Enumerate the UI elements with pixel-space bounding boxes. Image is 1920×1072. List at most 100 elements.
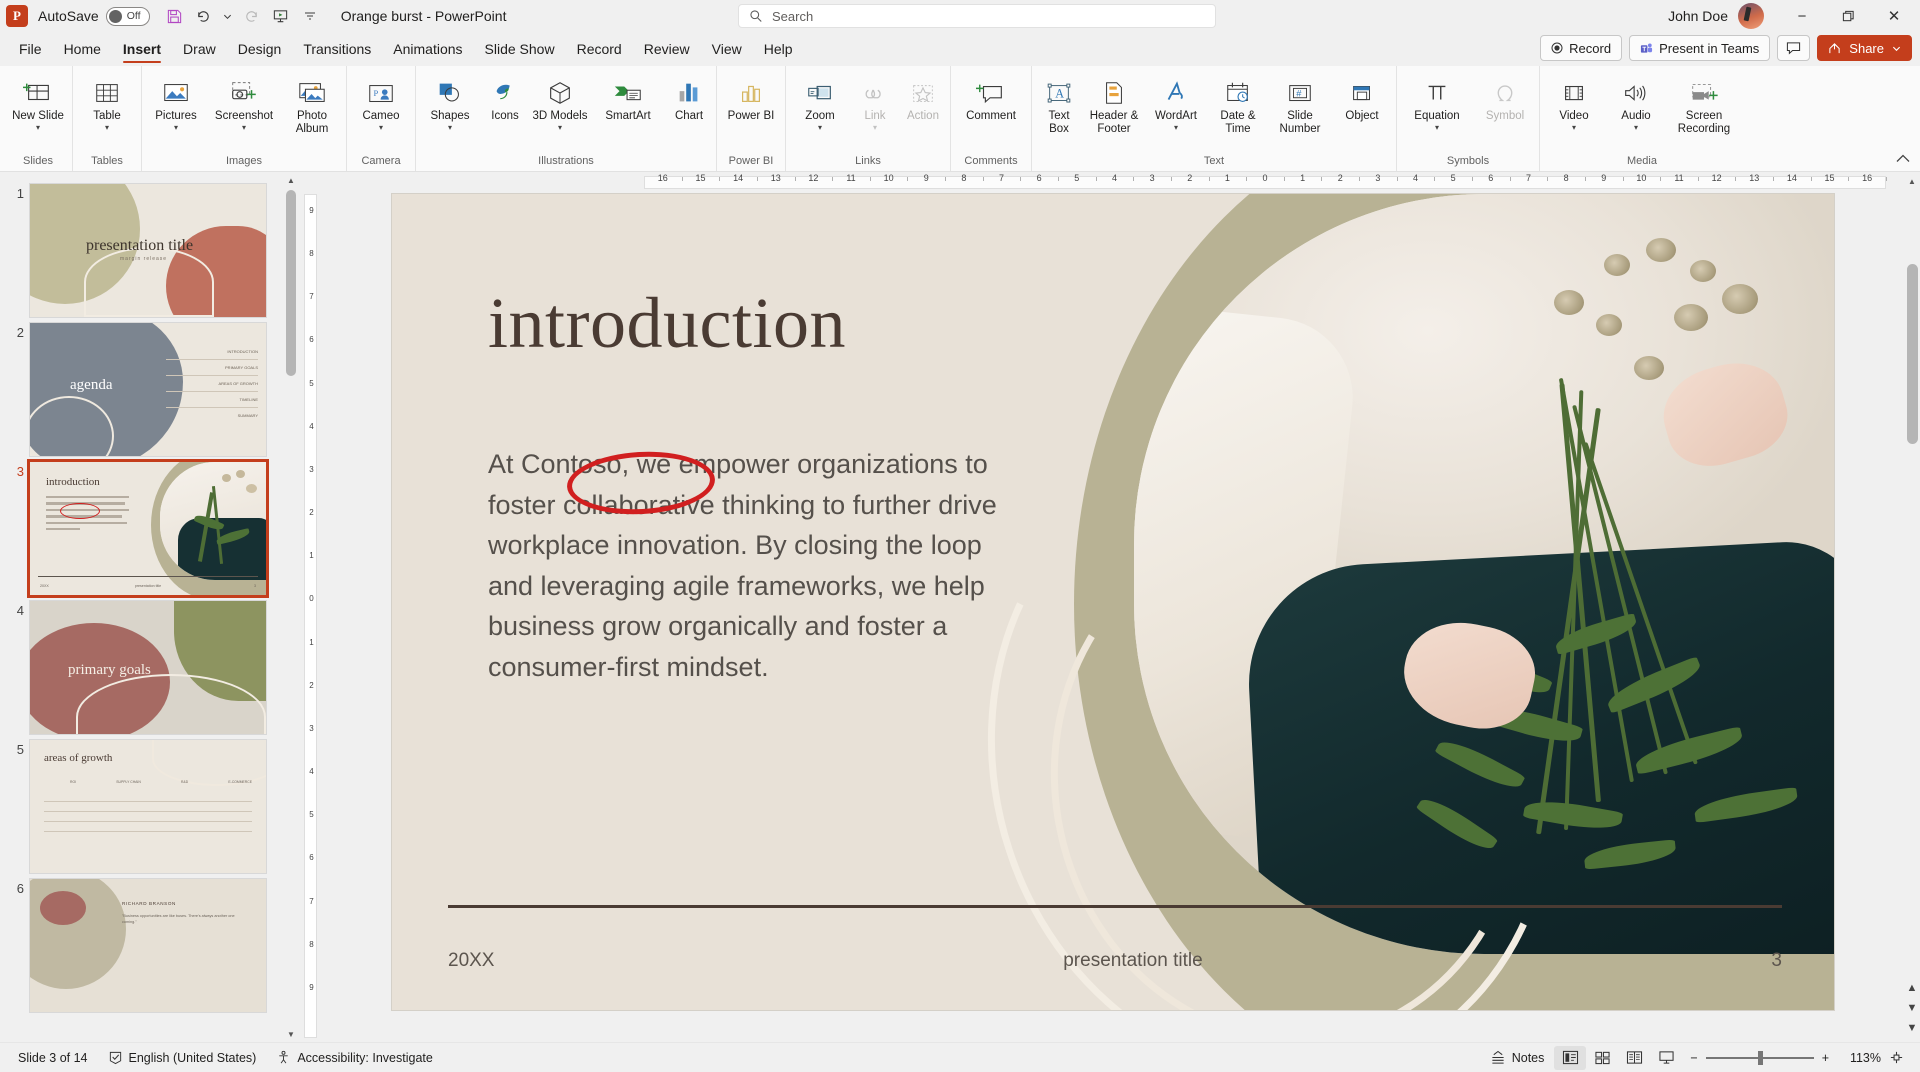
undo-icon[interactable] [191, 3, 217, 29]
tab-record[interactable]: Record [566, 32, 633, 66]
reading-view-button[interactable] [1618, 1046, 1650, 1070]
present-in-teams-button[interactable]: Present in Teams [1629, 35, 1771, 61]
save-icon[interactable] [162, 3, 188, 29]
collapse-ribbon-chevron-up-icon[interactable] [1896, 154, 1910, 163]
redo-icon[interactable] [239, 3, 265, 29]
slide-thumbnail-4[interactable]: primary goals [30, 601, 266, 734]
text-box-button[interactable]: A Text Box [1035, 70, 1083, 136]
slide-footer-title[interactable]: presentation title [494, 950, 1771, 972]
canvas-scrollbar-thumb[interactable] [1907, 264, 1918, 444]
photo-album-button[interactable]: Photo Album [281, 70, 343, 136]
chart-button[interactable]: Chart [665, 70, 713, 123]
zoom-percentage[interactable]: 113% [1837, 1051, 1881, 1065]
scroll-up-arrow-icon[interactable]: ▲ [284, 172, 298, 188]
restore-button[interactable] [1826, 1, 1870, 31]
zoom-slider[interactable] [1705, 1050, 1814, 1065]
zoom-slider-handle[interactable] [1757, 1050, 1763, 1065]
autosave-toggle[interactable]: Off [105, 6, 150, 26]
slide-thumbnail-1[interactable]: presentation title margin release [30, 184, 266, 317]
tab-review[interactable]: Review [633, 32, 701, 66]
chevron-down-icon[interactable]: ▾ [1572, 123, 1576, 132]
tab-draw[interactable]: Draw [172, 32, 227, 66]
avatar[interactable] [1738, 3, 1764, 29]
tab-insert[interactable]: Insert [112, 32, 172, 66]
chevron-down-icon[interactable]: ▾ [1435, 123, 1439, 132]
slide-counter[interactable]: Slide 3 of 14 [8, 1046, 98, 1070]
thumbnail-row-3[interactable]: 3 introduction 20XX presentation title 3 [0, 456, 298, 595]
share-button[interactable]: Share [1817, 35, 1912, 61]
table-button[interactable]: Table ▾ [76, 70, 138, 132]
canvas-scroll-up-arrow-icon[interactable]: ▲ [1904, 172, 1920, 190]
video-button[interactable]: Video ▾ [1543, 70, 1605, 132]
object-button[interactable]: Object [1331, 70, 1393, 123]
icons-button[interactable]: Icons [481, 70, 529, 123]
normal-view-button[interactable] [1554, 1045, 1587, 1070]
previous-slide-button[interactable]: ▲ [1904, 978, 1920, 998]
scroll-down-arrow-icon[interactable]: ▼ [284, 1026, 298, 1042]
customize-qat-icon[interactable] [297, 3, 323, 29]
thumbnail-scrollbar[interactable]: ▲ ▼ [284, 172, 298, 1042]
pictures-button[interactable]: Pictures ▾ [145, 70, 207, 132]
chevron-down-icon[interactable]: ▾ [1174, 123, 1178, 132]
cameo-button[interactable]: P Cameo ▾ [350, 70, 412, 132]
slide-title[interactable]: introduction [488, 282, 846, 365]
zoom-in-button[interactable]: + [1822, 1051, 1829, 1065]
search-box[interactable]: Search [738, 4, 1216, 28]
tab-animations[interactable]: Animations [382, 32, 473, 66]
3d-models-button[interactable]: 3D Models ▾ [529, 70, 591, 132]
autosave-control[interactable]: AutoSave Off [38, 6, 150, 26]
tab-help[interactable]: Help [753, 32, 804, 66]
accessibility-status[interactable]: Accessibility: Investigate [266, 1046, 442, 1070]
slide-canvas[interactable]: 16 15 14 13 12 11 10 9 8 7 6 5 4 3 2 1 0 1 2 3 4 5 6 7 8 9 10 11 12 1… [322, 172, 1904, 1042]
present-icon[interactable] [268, 3, 294, 29]
comments-button[interactable] [1777, 35, 1811, 61]
chevron-down-icon[interactable]: ▾ [36, 123, 40, 132]
chevron-down-icon[interactable]: ▾ [818, 123, 822, 132]
header-footer-button[interactable]: Header & Footer [1083, 70, 1145, 136]
tab-design[interactable]: Design [227, 32, 293, 66]
thumbnail-row-2[interactable]: 2 agenda INTRODUCTION PRIMARY GOALS AREA… [0, 317, 298, 456]
slide-editing-surface[interactable]: introduction At Contoso, we empower orga… [392, 194, 1834, 1010]
undo-dropdown-chevron-down-icon[interactable] [220, 3, 236, 29]
slide-thumbnail-pane[interactable]: 1 presentation title margin release 2 ag… [0, 172, 298, 1042]
slide-footer-number[interactable]: 3 [1771, 950, 1782, 972]
slide-thumbnail-3[interactable]: introduction 20XX presentation title 3 [30, 462, 266, 595]
notes-button[interactable]: Notes [1480, 1046, 1555, 1070]
thumbnail-row-6[interactable]: 6 RICHARD BRANSON "Business opportunitie… [0, 873, 298, 1012]
slide-number-button[interactable]: # Slide Number [1269, 70, 1331, 136]
scroll-down-arrow-icon[interactable]: ▼ [1904, 1018, 1920, 1038]
tab-home[interactable]: Home [53, 32, 112, 66]
slide-thumbnail-2[interactable]: agenda INTRODUCTION PRIMARY GOALS AREAS … [30, 323, 266, 456]
date-time-button[interactable]: Date & Time [1207, 70, 1269, 136]
screenshot-button[interactable]: Screenshot ▾ [207, 70, 281, 132]
tab-view[interactable]: View [701, 32, 753, 66]
screen-recording-button[interactable]: Screen Recording [1667, 70, 1741, 136]
chevron-down-icon[interactable]: ▾ [174, 123, 178, 132]
audio-button[interactable]: Audio ▾ [1605, 70, 1667, 132]
record-button[interactable]: Record [1540, 35, 1623, 61]
wordart-button[interactable]: WordArt ▾ [1145, 70, 1207, 132]
chevron-down-icon[interactable]: ▾ [448, 123, 452, 132]
close-button[interactable]: ✕ [1872, 1, 1916, 31]
thumbnail-row-1[interactable]: 1 presentation title margin release [0, 178, 298, 317]
canvas-scrollbar[interactable]: ▲ ▲ ▼ ▼ [1904, 172, 1920, 1042]
power-bi-button[interactable]: Power BI [720, 70, 782, 123]
equation-button[interactable]: Equation ▾ [1400, 70, 1474, 132]
comment-button[interactable]: Comment [954, 70, 1028, 123]
thumbnail-row-4[interactable]: 4 primary goals [0, 595, 298, 734]
new-slide-button[interactable]: New Slide ▾ [7, 70, 69, 132]
fit-to-window-button[interactable] [1889, 1050, 1904, 1065]
shapes-button[interactable]: Shapes ▾ [419, 70, 481, 132]
slide-show-button[interactable] [1650, 1046, 1682, 1070]
smartart-button[interactable]: SmartArt [591, 70, 665, 123]
minimize-button[interactable]: − [1780, 1, 1824, 31]
zoom-button[interactable]: Zoom ▾ [789, 70, 851, 132]
zoom-control[interactable]: − + 113% [1682, 1050, 1912, 1065]
language-status[interactable]: English (United States) [98, 1046, 267, 1070]
zoom-out-button[interactable]: − [1690, 1051, 1697, 1065]
chevron-down-icon[interactable]: ▾ [558, 123, 562, 132]
next-slide-button[interactable]: ▼ [1904, 998, 1920, 1018]
thumbnail-row-5[interactable]: 5 areas of growth ROI SUPPLY CHAIN R&D E… [0, 734, 298, 873]
chevron-down-icon[interactable]: ▾ [105, 123, 109, 132]
slide-footer-date[interactable]: 20XX [448, 950, 494, 972]
